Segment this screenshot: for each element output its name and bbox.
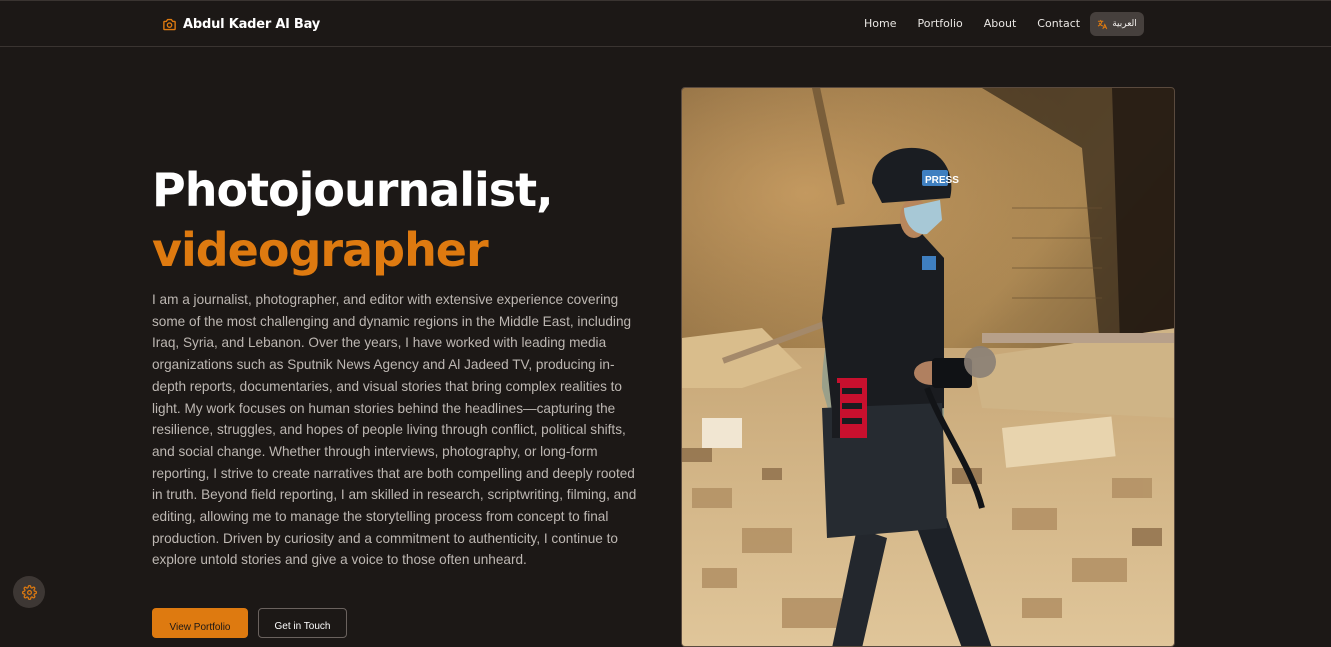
gear-icon [21,584,37,600]
language-label: العربية [1112,19,1137,29]
vest-press-label: PRESS [925,175,959,186]
site-header: Abdul Kader Al Bay Home Portfolio About … [0,1,1331,47]
nav-contact-link[interactable]: Contact [1037,17,1080,30]
brand[interactable]: Abdul Kader Al Bay [162,14,320,34]
main-nav: Home Portfolio About Contact [864,17,1101,30]
nav-portfolio-link[interactable]: Portfolio [917,17,962,30]
hero-title-line1: Photojournalist, [152,163,554,217]
nav-home-link[interactable]: Home [864,17,896,30]
language-toggle-button[interactable]: العربية [1090,12,1144,36]
translate-icon [1098,19,1108,29]
nav-about-link[interactable]: About [984,17,1017,30]
brand-name: Abdul Kader Al Bay [183,16,321,32]
hero-title-line2: videographer [152,223,489,277]
settings-button[interactable] [13,576,45,608]
hero-title: Photojournalist, videographer [152,160,554,280]
hero-bio: I am a journalist, photographer, and edi… [152,292,637,568]
hero-photo: PRESS [681,87,1175,647]
view-portfolio-button[interactable]: View Portfolio [152,608,248,638]
get-in-touch-button[interactable]: Get in Touch [258,608,347,638]
camera-icon [163,18,176,30]
